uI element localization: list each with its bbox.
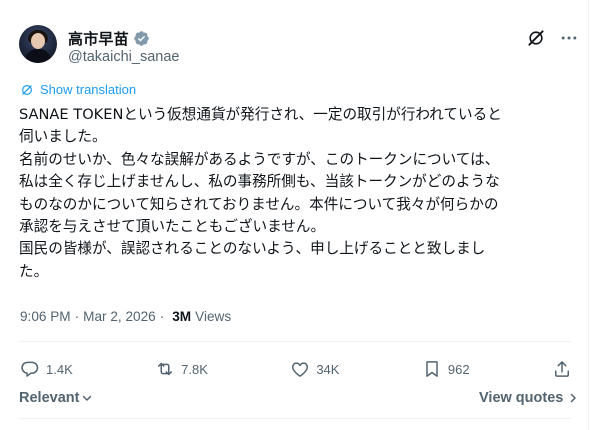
more-icon[interactable] xyxy=(559,28,579,48)
tweet-text-line: 承認を与えさせて頂いたこともございません。 xyxy=(19,218,326,236)
divider xyxy=(19,341,571,342)
tweet-meta: 9:06 PM · Mar 2, 2026 · 3M Views xyxy=(20,309,231,324)
tweet-text-line: 名前のせいか、色々な誤解があるようですが、このトークンについては、 xyxy=(19,150,500,168)
action-bar: 1.4K 7.8K 34K 962 xyxy=(20,358,572,380)
tweet-text-line: 私は全く存じ上げませんし、私の事務所側も、当該トークンがどのような xyxy=(19,173,500,191)
tweet-card: 高市早苗 @takaichi_sanae Show translation SA… xyxy=(0,0,589,430)
view-quotes-label: View quotes xyxy=(479,390,564,406)
repost-button[interactable]: 7.8K xyxy=(155,359,208,379)
reply-count: 1.4K xyxy=(46,361,73,377)
meta-separator: · xyxy=(74,309,80,324)
tweet-text-line: 伺いました。 xyxy=(19,128,107,146)
bookmark-count: 962 xyxy=(447,361,470,377)
verified-badge-icon xyxy=(134,31,149,46)
avatar-body xyxy=(25,49,51,63)
author-name-row: 高市早苗 xyxy=(68,28,150,49)
tweet-time[interactable]: 9:06 PM xyxy=(20,309,71,324)
author-display-name[interactable]: 高市早苗 xyxy=(68,28,129,49)
avatar-face xyxy=(31,33,45,49)
meta-separator: · xyxy=(159,309,165,324)
grok-icon[interactable] xyxy=(526,28,546,48)
tweet-text-line: 国民の皆様が、誤認されることのないよう、申し上げることと致しまし xyxy=(19,240,486,258)
show-translation-link[interactable]: Show translation xyxy=(20,82,136,97)
repost-count: 7.8K xyxy=(181,361,208,377)
show-translation-label: Show translation xyxy=(40,82,137,97)
views-count[interactable]: 3M xyxy=(172,309,191,324)
sort-relevant-dropdown[interactable]: Relevant xyxy=(19,390,93,406)
view-quotes-link[interactable]: View quotes xyxy=(479,390,579,406)
reply-icon xyxy=(21,361,39,377)
repost-icon xyxy=(158,362,173,376)
avatar[interactable] xyxy=(19,25,57,63)
share-icon xyxy=(554,361,569,377)
heart-icon xyxy=(292,362,309,377)
like-button[interactable]: 34K xyxy=(290,359,339,379)
bookmark-button[interactable]: 962 xyxy=(422,359,470,379)
tweet-text: SANAE TOKENという仮想通貨が発行され、一定の取引が行われていると 伺い… xyxy=(19,104,571,283)
views-label: Views xyxy=(195,309,232,324)
tweet-text-line: ものなのかについて知らされておりません。本件について我々が何らかの xyxy=(19,195,499,213)
author-handle[interactable]: @takaichi_sanae xyxy=(68,49,179,65)
chevron-down-icon xyxy=(83,395,92,401)
bookmark-icon xyxy=(426,361,438,377)
tweet-text-line: SANAE TOKENという仮想通貨が発行され、一定の取引が行われていると xyxy=(19,106,502,123)
reply-button[interactable]: 1.4K xyxy=(20,359,73,379)
share-button[interactable] xyxy=(552,359,572,379)
divider xyxy=(19,418,571,419)
tweet-date[interactable]: Mar 2, 2026 xyxy=(83,309,156,324)
chevron-right-icon xyxy=(571,393,577,403)
like-count: 34K xyxy=(316,361,340,377)
tweet-text-line: た。 xyxy=(19,262,49,280)
sort-relevant-label: Relevant xyxy=(19,390,80,406)
translate-icon xyxy=(22,84,32,95)
